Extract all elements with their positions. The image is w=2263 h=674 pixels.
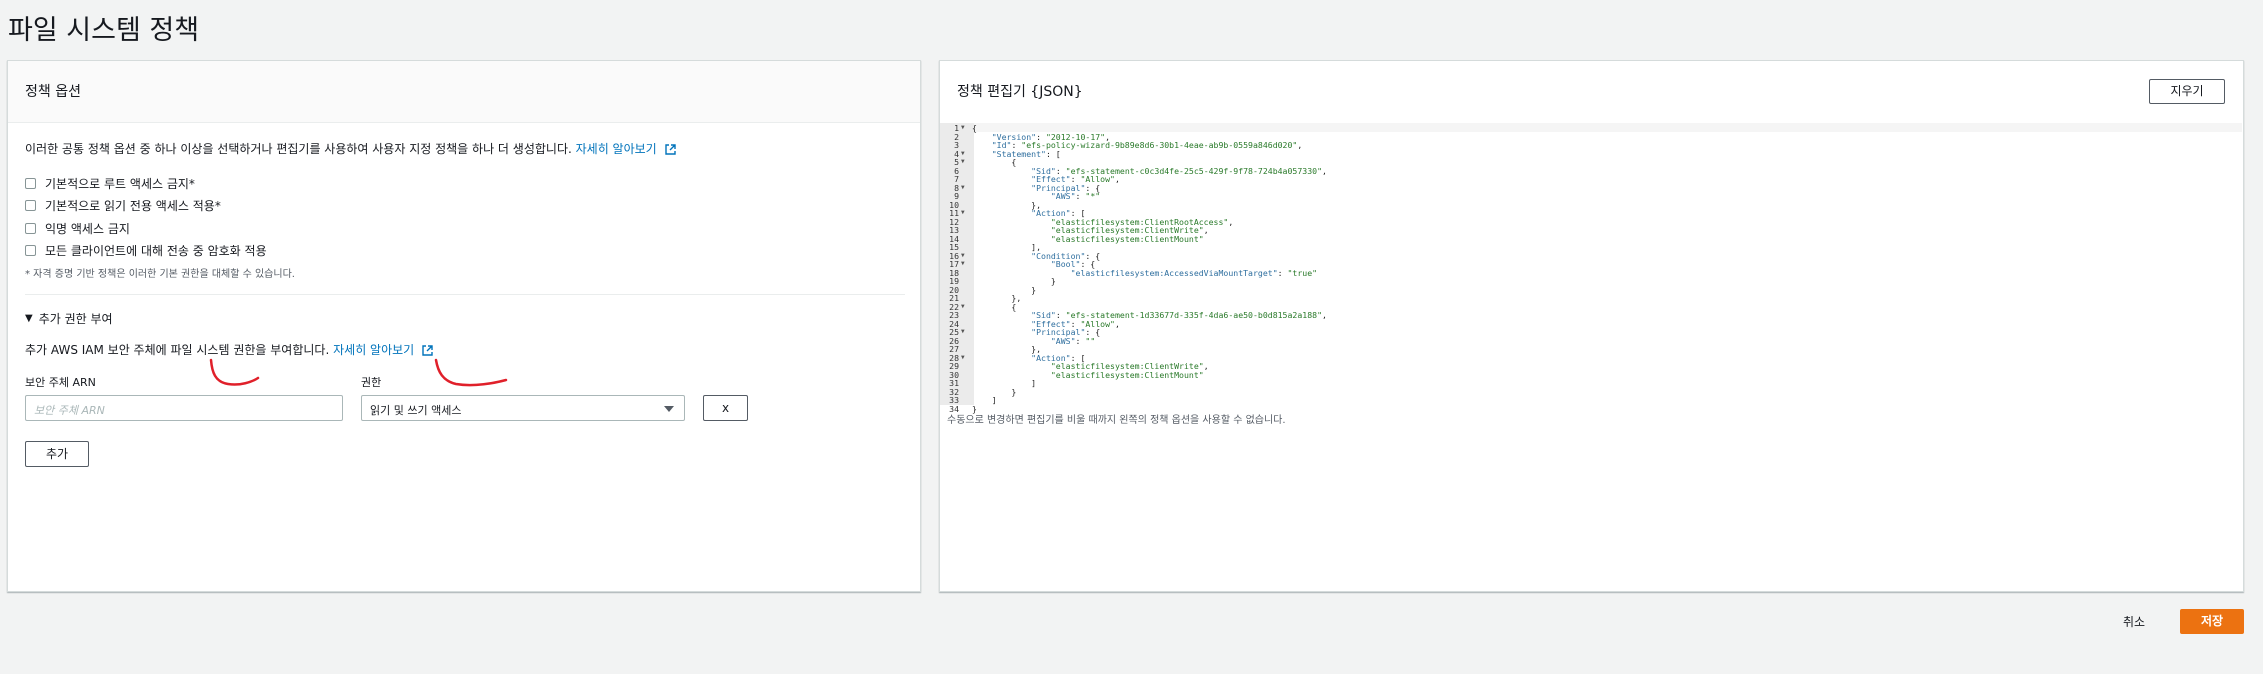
policy-editor-panel: 정책 편집기 {JSON} 지우기 1 ▼{2 "Version": "2012-…	[939, 60, 2244, 592]
editor-line[interactable]: 15 ],	[940, 243, 2230, 252]
external-link-icon[interactable]	[422, 345, 433, 356]
section-divider	[25, 294, 905, 295]
fold-arrow-icon[interactable]: ▼	[961, 158, 965, 167]
editor-line[interactable]: 1 ▼{	[940, 124, 2230, 133]
policy-options-description: 이러한 공통 정책 옵션 중 하나 이상을 선택하거나 편집기를 사용하여 사용…	[25, 140, 676, 157]
checkbox[interactable]	[25, 245, 36, 257]
fold-arrow-icon[interactable]: ▼	[961, 150, 965, 159]
caret-down-icon[interactable]: ▼	[25, 313, 33, 324]
permission-select[interactable]: 읽기 및 쓰기 액세스	[361, 395, 685, 421]
external-link-icon[interactable]	[664, 144, 676, 155]
fold-arrow-icon[interactable]: ▼	[961, 252, 965, 261]
editor-line[interactable]: 9 "AWS": "*"	[940, 192, 2230, 201]
checkbox[interactable]	[25, 177, 36, 189]
checkbox-row-read-only[interactable]: 기본적으로 읽기 전용 액세스 적용*	[25, 195, 267, 218]
checkbox-row-encryption-in-transit[interactable]: 모든 클라이언트에 대해 전송 중 암호화 적용	[25, 240, 267, 263]
fold-arrow-icon[interactable]: ▼	[961, 260, 965, 269]
grant-learn-more-link[interactable]: 자세히 알아보기	[333, 343, 414, 357]
dropdown-arrow-icon[interactable]	[664, 406, 674, 412]
grant-permissions-title[interactable]: 추가 권한 부여	[39, 310, 113, 327]
fold-arrow-icon[interactable]: ▼	[961, 124, 965, 133]
policy-editor-header: 정책 편집기 {JSON} 지우기	[940, 61, 2243, 122]
fold-arrow-icon[interactable]: ▼	[961, 354, 965, 363]
editor-note: 수동으로 변경하면 편집기를 비울 때까지 왼쪽의 정책 옵션을 사용할 수 없…	[947, 415, 1286, 426]
policy-options-description-text: 이러한 공통 정책 옵션 중 하나 이상을 선택하거나 편집기를 사용하여 사용…	[25, 142, 572, 156]
editor-line[interactable]: 23 "Sid": "efs-statement-1d33677d-335f-4…	[940, 311, 2230, 320]
policy-options-title: 정책 옵션	[25, 84, 81, 100]
checkbox[interactable]	[25, 222, 36, 234]
editor-line[interactable]: 24 "Effect": "Allow",	[940, 319, 2230, 329]
permission-select-value[interactable]: 읽기 및 쓰기 액세스	[370, 404, 461, 417]
permission-label: 권한	[361, 376, 382, 389]
checkbox-label[interactable]: 기본적으로 읽기 전용 액세스 적용*	[45, 197, 221, 214]
fold-arrow-icon[interactable]: ▼	[961, 209, 965, 218]
editor-line[interactable]: 4 ▼ "Statement": [	[940, 149, 2230, 159]
editor-line[interactable]: 33 ]	[940, 396, 2230, 405]
principal-arn-label: 보안 주체 ARN	[25, 376, 96, 389]
fold-arrow-icon[interactable]: ▼	[961, 303, 965, 312]
json-editor[interactable]: 1 ▼{2 "Version": "2012-10-17", 3 "Id": "ef…	[940, 123, 2242, 413]
editor-line[interactable]: 18 "elasticfilesystem:AccessedViaMountTa…	[940, 268, 2230, 278]
editor-line[interactable]: 16 ▼ "Condition": {	[940, 251, 2230, 261]
editor-line[interactable]: 32 }	[940, 387, 2230, 397]
policy-checkbox-list: 기본적으로 루트 액세스 금지* 기본적으로 읽기 전용 액세스 적용* 익명 …	[25, 172, 267, 262]
remove-principal-button[interactable]: x	[703, 395, 748, 421]
editor-line[interactable]: 10 },	[940, 200, 2230, 210]
checkbox-label[interactable]: 익명 액세스 금지	[45, 220, 130, 237]
checkbox-row-deny-anonymous[interactable]: 익명 액세스 금지	[25, 217, 267, 240]
editor-line[interactable]: 3 "Id": "efs-policy-wizard-9b89e8d6-30b1…	[940, 141, 2230, 150]
learn-more-link[interactable]: 자세히 알아보기	[576, 142, 657, 156]
page-title: 파일 시스템 정책	[8, 15, 200, 46]
policy-options-panel: 정책 옵션 이러한 공통 정책 옵션 중 하나 이상을 선택하거나 편집기를 사…	[7, 60, 921, 592]
checkbox[interactable]	[25, 200, 36, 212]
editor-line[interactable]: 27 },	[940, 345, 2230, 354]
fold-arrow-icon[interactable]: ▼	[961, 184, 965, 193]
grant-description: 추가 AWS IAM 보안 주체에 파일 시스템 권한을 부여합니다. 자세히 …	[25, 341, 433, 358]
policy-options-header: 정책 옵션	[8, 61, 920, 123]
cancel-button[interactable]: 취소	[2123, 613, 2145, 630]
add-principal-button[interactable]: 추가	[25, 441, 89, 467]
grant-description-text: 추가 AWS IAM 보안 주체에 파일 시스템 권한을 부여합니다.	[25, 343, 330, 357]
editor-line[interactable]: 6 "Sid": "efs-statement-c0c3d4fe-25c5-42…	[940, 166, 2230, 176]
checkbox-label[interactable]: 모든 클라이언트에 대해 전송 중 암호화 적용	[45, 242, 267, 259]
editor-line[interactable]: 14 "elasticfilesystem:ClientMount"	[940, 234, 2230, 244]
editor-line[interactable]: 8 ▼ "Principal": {	[940, 183, 2230, 193]
editor-line[interactable]: 19 }	[940, 277, 2230, 286]
fold-arrow-icon[interactable]: ▼	[961, 328, 965, 337]
clear-button[interactable]: 지우기	[2149, 79, 2225, 104]
principal-arn-input[interactable]: 보안 주체 ARN	[25, 395, 343, 421]
editor-line[interactable]: 30 "elasticfilesystem:ClientMount"	[940, 370, 2230, 380]
policy-editor-title: 정책 편집기 {JSON}	[957, 84, 1083, 100]
editor-line[interactable]: 21 },	[940, 294, 2230, 303]
policy-footnote: * 자격 증명 기반 정책은 이러한 기본 권한을 대체할 수 있습니다.	[25, 269, 295, 280]
checkbox-label[interactable]: 기본적으로 루트 액세스 금지*	[45, 175, 195, 192]
editor-line[interactable]: 20 }	[940, 285, 2230, 295]
editor-line[interactable]: 25 ▼ "Principal": {	[940, 328, 2230, 337]
checkbox-row-deny-root[interactable]: 기본적으로 루트 액세스 금지*	[25, 172, 267, 195]
grant-permissions-expander[interactable]: ▼ 추가 권한 부여	[25, 310, 113, 327]
editor-line[interactable]: 7 "Effect": "Allow",	[940, 175, 2230, 184]
save-button[interactable]: 저장	[2180, 609, 2244, 634]
editor-line[interactable]: 26 "AWS": ""	[940, 336, 2230, 346]
editor-line[interactable]: 31 ]	[940, 379, 2230, 388]
